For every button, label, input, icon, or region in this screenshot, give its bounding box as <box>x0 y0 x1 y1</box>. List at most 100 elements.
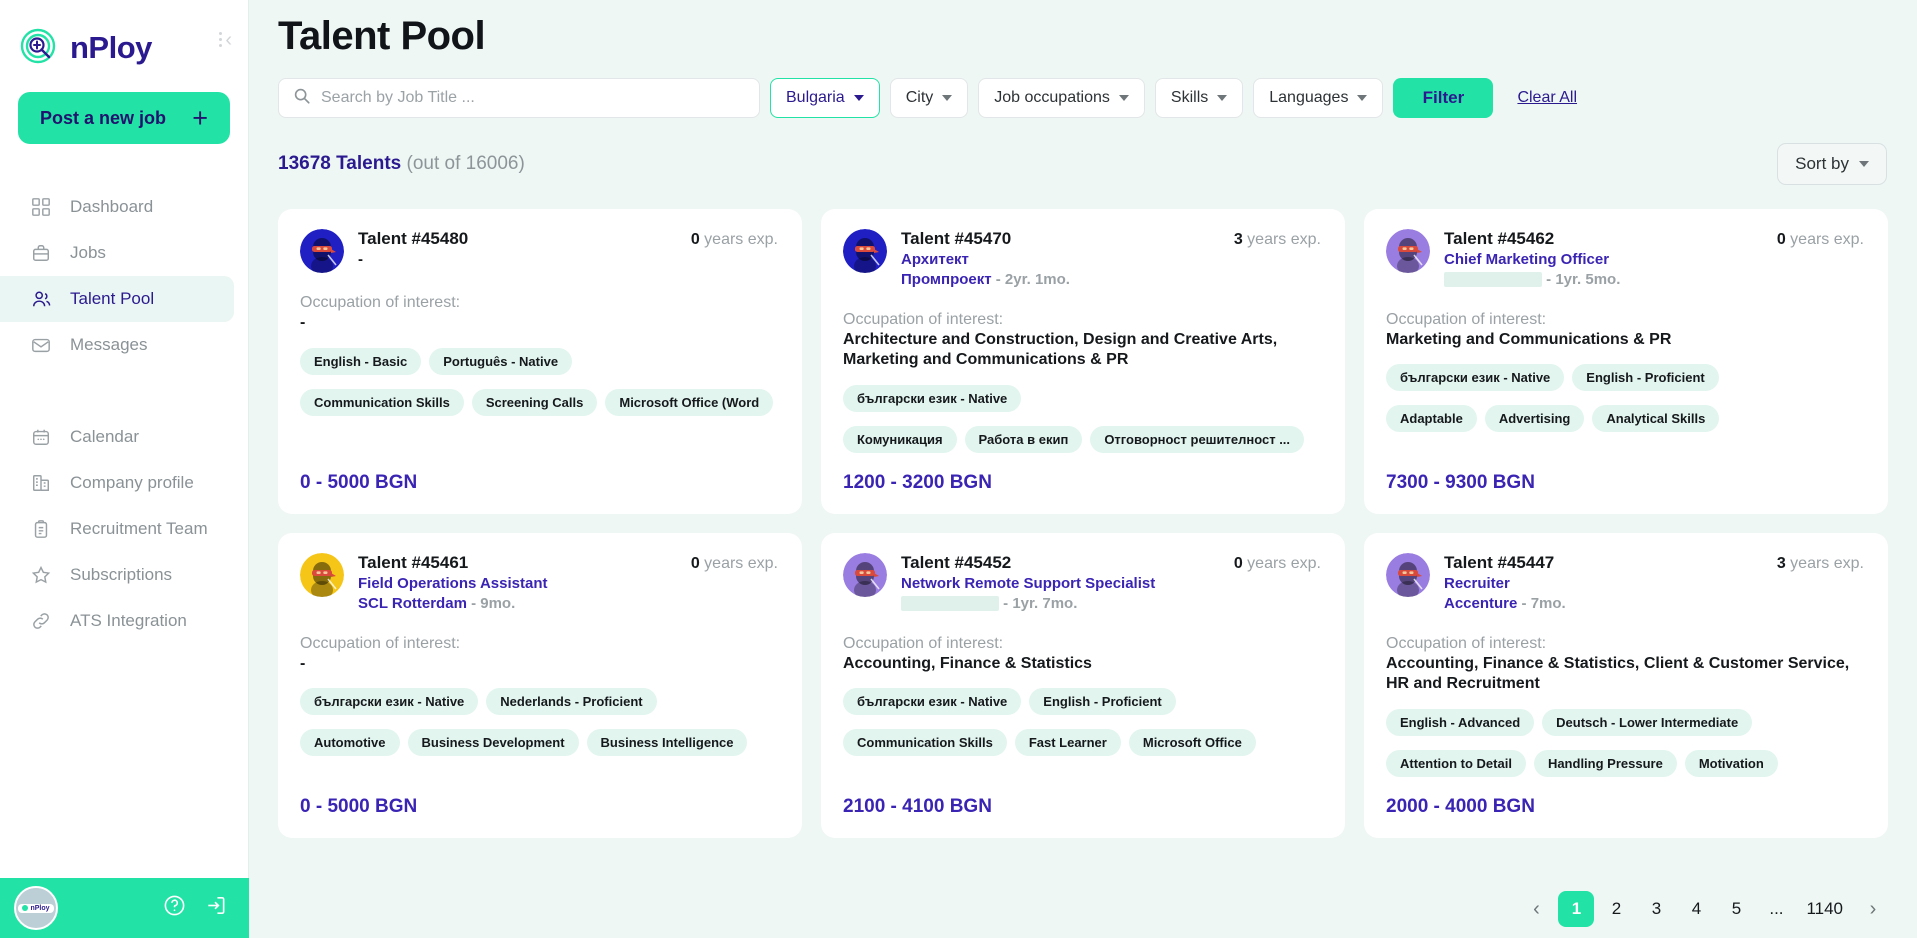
talent-salary-range: 1200 - 3200 BGN <box>843 454 1321 494</box>
sidebar-item-recruitment-team[interactable]: Recruitment Team <box>0 506 234 552</box>
skill-chips: Communication SkillsFast LearnerMicrosof… <box>843 729 1321 756</box>
sort-by-label: Sort by <box>1795 154 1849 174</box>
skill-chip: Advertising <box>1485 405 1585 432</box>
collapse-sidebar-icon[interactable]: ‹ <box>219 32 232 47</box>
results-count: 13678 Talents (out of 16006) <box>278 153 525 175</box>
brand-name: nPloy <box>70 30 152 66</box>
sidebar-item-label: Company profile <box>70 473 194 493</box>
sidebar: nPloy ‹ Post a new job + Dashboard Jobs <box>0 0 249 938</box>
talent-years-exp: 3 years exp. <box>1777 555 1864 573</box>
ninja-avatar-purple <box>843 553 887 597</box>
talent-card[interactable]: Talent #454520 years exp.Network Remote … <box>821 533 1345 838</box>
pagination-page[interactable]: 4 <box>1678 891 1714 927</box>
occupation-of-interest-value: Marketing and Communications & PR <box>1386 330 1864 351</box>
skill-chip: Business Development <box>408 729 579 756</box>
logout-arrow-icon[interactable] <box>204 894 227 922</box>
link-chain-icon <box>30 610 52 632</box>
language-chip: English - Proficient <box>1029 688 1175 715</box>
chevron-down-icon <box>1119 95 1129 101</box>
footer-actions <box>163 894 227 922</box>
talent-salary-range: 0 - 5000 BGN <box>300 454 778 494</box>
skill-chips: КомуникацияРабота в екипОтговорност реши… <box>843 426 1321 453</box>
sidebar-spacer <box>0 368 248 414</box>
talent-id-row: Talent #454800 years exp. <box>358 229 778 249</box>
language-chip: English - Advanced <box>1386 709 1534 736</box>
talent-card[interactable]: Talent #454703 years exp.АрхитектПромпро… <box>821 209 1345 514</box>
pagination-next[interactable]: › <box>1855 891 1891 927</box>
talent-card[interactable]: Talent #454620 years exp. Chief Marketing… <box>1364 209 1888 514</box>
talent-card-header: Talent #454703 years exp.АрхитектПромпро… <box>843 229 1321 290</box>
pagination-page[interactable]: 1140 <box>1798 891 1851 927</box>
filter-dropdown-country[interactable]: Bulgaria <box>770 78 880 118</box>
occupation-of-interest-value: Accounting, Finance & Statistics <box>843 654 1321 675</box>
talent-card[interactable]: Talent #454473 years exp.RecruiterAccent… <box>1364 533 1888 838</box>
language-chips: български език - Native <box>843 385 1321 412</box>
sort-by-dropdown[interactable]: Sort by <box>1777 143 1887 185</box>
sidebar-item-label: Dashboard <box>70 197 153 217</box>
talent-id-row: Talent #454620 years exp. <box>1444 229 1864 249</box>
results-count-total: (out of 16006) <box>407 153 525 174</box>
sidebar-item-subscriptions[interactable]: Subscriptions <box>0 552 234 598</box>
pagination-page[interactable]: 5 <box>1718 891 1754 927</box>
briefcase-icon <box>30 242 52 264</box>
talent-duration: - 2yr. 1mo. <box>996 271 1070 288</box>
sidebar-item-ats-integration[interactable]: ATS Integration <box>0 598 234 644</box>
filter-button[interactable]: Filter <box>1393 78 1493 118</box>
filter-dropdown-skills[interactable]: Skills <box>1155 78 1243 118</box>
language-chips: български език - NativeEnglish - Profici… <box>1386 364 1864 391</box>
occupation-of-interest-value: - <box>300 313 778 334</box>
occupation-of-interest-label: Occupation of interest: <box>300 635 778 653</box>
talent-id-row: Talent #454473 years exp. <box>1444 553 1864 573</box>
skill-chip: Adaptable <box>1386 405 1477 432</box>
occupation-of-interest-label: Occupation of interest: <box>843 311 1321 329</box>
talent-salary-range: 2100 - 4100 BGN <box>843 778 1321 818</box>
filter-dropdown-job-occupations[interactable]: Job occupations <box>978 78 1145 118</box>
sidebar-item-label: Messages <box>70 335 147 355</box>
talent-job-title: Chief Marketing Officer <box>1444 251 1864 270</box>
help-circle-icon[interactable] <box>163 894 186 922</box>
pagination-page[interactable]: 2 <box>1598 891 1634 927</box>
filter-dropdown-job-occupations-label: Job occupations <box>994 89 1110 107</box>
main-content: Talent Pool Bulgaria City Job occupation… <box>249 0 1917 938</box>
talent-id: Talent #45461 <box>358 553 468 573</box>
pagination-prev[interactable]: ‹ <box>1518 891 1554 927</box>
sidebar-item-talent-pool[interactable]: Talent Pool <box>0 276 234 322</box>
envelope-icon <box>30 334 52 356</box>
ninja-avatar-yellow <box>300 553 344 597</box>
avatar[interactable]: nPloy <box>14 886 58 930</box>
ninja-avatar-blue <box>300 229 344 273</box>
sidebar-item-messages[interactable]: Messages <box>0 322 234 368</box>
talent-years-exp: 0 years exp. <box>691 555 778 573</box>
search-input-wrapper[interactable] <box>278 78 760 118</box>
search-icon <box>293 87 311 110</box>
pagination-page[interactable]: 3 <box>1638 891 1674 927</box>
avatar-chip-label: nPloy <box>30 905 49 912</box>
page-title: Talent Pool <box>249 0 1917 59</box>
pagination-page[interactable]: 1 <box>1558 891 1594 927</box>
post-job-label: Post a new job <box>40 108 166 129</box>
filter-dropdown-languages[interactable]: Languages <box>1253 78 1383 118</box>
clear-all-link[interactable]: Clear All <box>1517 89 1577 107</box>
search-input[interactable] <box>321 89 745 107</box>
talent-card[interactable]: Talent #454610 years exp.Field Operation… <box>278 533 802 838</box>
talent-card[interactable]: Talent #454800 years exp.-Occupation of … <box>278 209 802 514</box>
filter-dropdown-city[interactable]: City <box>890 78 969 118</box>
sidebar-item-dashboard[interactable]: Dashboard <box>0 184 234 230</box>
pagination-ellipsis: ... <box>1758 891 1794 927</box>
talent-company-line: SCL Rotterdam - 9mo. <box>358 595 778 614</box>
redacted-company <box>1444 272 1542 287</box>
sidebar-item-company-profile[interactable]: Company profile <box>0 460 234 506</box>
sidebar-item-jobs[interactable]: Jobs <box>0 230 234 276</box>
post-a-new-job-button[interactable]: Post a new job + <box>18 92 230 144</box>
chevron-down-icon <box>1859 161 1869 167</box>
sidebar-item-label: ATS Integration <box>70 611 187 631</box>
language-chips: български език - NativeNederlands - Prof… <box>300 688 778 715</box>
grid-dashboard-icon <box>30 196 52 218</box>
sidebar-item-calendar[interactable]: Calendar <box>0 414 234 460</box>
talent-salary-range: 2000 - 4000 BGN <box>1386 778 1864 818</box>
skill-chip: Business Intelligence <box>587 729 748 756</box>
collapse-dots <box>219 32 222 47</box>
talent-identity: Talent #454473 years exp.RecruiterAccent… <box>1444 553 1864 614</box>
talent-salary-range: 0 - 5000 BGN <box>300 778 778 818</box>
talent-company: Accenture <box>1444 595 1517 612</box>
